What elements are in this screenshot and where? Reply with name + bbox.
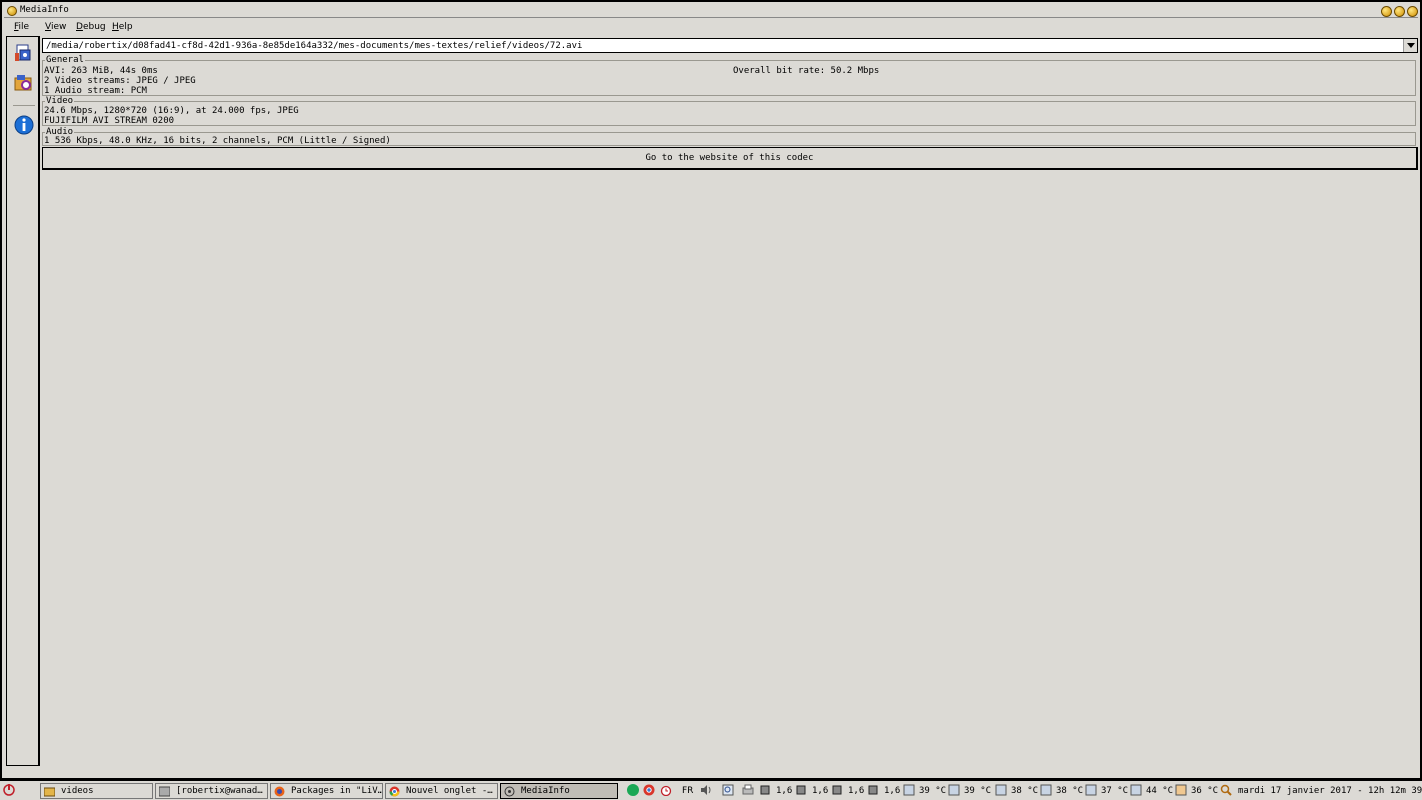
printer-icon[interactable] [742,784,754,796]
volume-icon[interactable] [700,784,712,796]
toolbar-separator [13,105,35,106]
temp-2: 39 °C [964,786,992,796]
toolbar-sidebar [6,36,40,766]
taskbar: videos [robertix@wanad… Packages in "LiV… [0,780,1422,800]
menu-bar: File View Debug Help [4,20,1418,35]
chevron-down-icon[interactable] [1403,39,1417,52]
video-section: Video 24.6 Mbps, 1280*720 (16:9), at 24.… [42,96,1416,126]
file-path-combobox[interactable]: /media/robertix/d08fad41-cf8d-42d1-936a-… [42,38,1418,53]
cpu-freq-2: 1,6 [812,786,829,796]
open-folder-icon[interactable] [14,73,34,93]
temp-6: 44 °C [1146,786,1174,796]
task-label: MediaInfo [521,786,570,796]
task-label: Packages in "LiV… [291,786,383,796]
menu-view[interactable]: View [45,22,66,32]
chrome-icon [389,786,400,797]
keyboard-layout[interactable]: FR [682,784,693,798]
audio-section: Audio 1 536 Kbps, 48.0 KHz, 16 bits, 2 c… [42,127,1416,146]
temp-1: 39 °C [919,786,947,796]
maximize-button[interactable] [1394,6,1405,17]
general-section: General AVI: 263 MiB, 44s 0ms 2 Video st… [42,55,1416,96]
cpu-icon [796,785,806,795]
cpu-icon [868,785,878,795]
menu-file[interactable]: File [14,22,29,32]
general-video-streams: 2 Video streams: JPEG / JPEG [44,76,196,86]
cpu-freq-1: 1,6 [776,786,793,796]
cpu-freq-4: 1,6 [884,786,901,796]
folder-icon [44,787,55,797]
cpu-icon [832,785,842,795]
task-firefox[interactable]: Packages in "LiV… [270,783,383,799]
temp-sensor-icon [1040,784,1052,796]
cpu-freq-3: 1,6 [848,786,865,796]
task-label: [robertix@wanad… [176,786,263,796]
video-encoder: FUJIFILM AVI STREAM 0200 [44,116,175,126]
audio-info: 1 536 Kbps, 48.0 KHz, 16 bits, 2 channel… [44,136,391,146]
info-icon[interactable] [14,115,34,135]
task-label: videos [61,786,94,796]
task-chrome[interactable]: Nouvel onglet -… [385,783,498,799]
video-label: Video [45,96,75,106]
window-title: MediaInfo [20,5,69,15]
video-info: 24.6 Mbps, 1280*720 (16:9), at 24.000 fp… [44,106,299,116]
firefox-icon [274,786,285,797]
minimize-button[interactable] [1381,6,1392,17]
task-label: Nouvel onglet -… [406,786,493,796]
alarm-clock-icon[interactable] [660,784,672,796]
temp-3: 38 °C [1011,786,1039,796]
temp-5: 37 °C [1101,786,1129,796]
terminal-icon [159,786,170,797]
menu-debug[interactable]: Debug [76,22,106,32]
mediainfo-window: MediaInfo File View Debug Help /media/ro… [0,0,1422,780]
open-file-icon[interactable] [14,43,34,63]
temp-sensor-icon [903,784,915,796]
task-terminal[interactable]: [robertix@wanad… [155,783,268,799]
codec-website-button[interactable]: Go to the website of this codec [42,147,1418,170]
temp-sensor-icon [1085,784,1097,796]
temp-sensor-icon [1130,784,1142,796]
task-videos[interactable]: videos [40,783,153,799]
task-mediainfo[interactable]: MediaInfo [500,783,618,799]
mediainfo-icon [504,786,515,797]
temp-4: 38 °C [1056,786,1084,796]
temp-sensor-icon [948,784,960,796]
menu-help[interactable]: Help [112,22,133,32]
magnifier-icon[interactable] [1220,784,1232,796]
close-button[interactable] [1407,6,1418,17]
title-bar[interactable]: MediaInfo [4,4,1418,18]
general-bitrate: Overall bit rate: 50.2 Mbps [733,66,880,76]
chrome-tray-icon[interactable] [643,784,655,796]
temp-7: 36 °C [1191,786,1219,796]
start-menu-icon[interactable] [3,784,15,796]
general-label: General [45,55,85,65]
general-format: AVI: 263 MiB, 44s 0ms [44,66,158,76]
clock[interactable]: mardi 17 janvier 2017 - 12h 12m 39s [1238,784,1422,798]
file-path-text: /media/robertix/d08fad41-cf8d-42d1-936a-… [46,41,583,51]
search-icon[interactable] [722,784,734,796]
temp-sensor-icon [995,784,1007,796]
cpu-icon [760,785,770,795]
app-icon[interactable] [7,6,17,16]
general-audio-streams: 1 Audio stream: PCM [44,86,147,96]
temp-sensor-icon [1175,784,1187,796]
status-green-icon[interactable] [627,784,639,796]
